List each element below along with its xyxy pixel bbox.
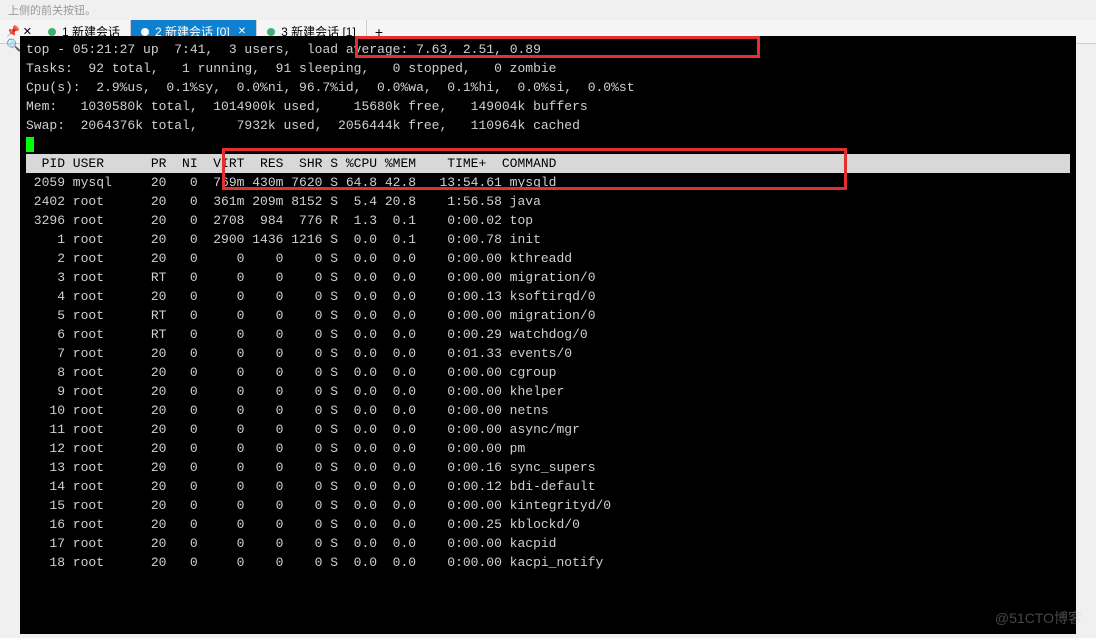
cursor	[26, 137, 34, 152]
mem-line: Mem: 1030580k total, 1014900k used, 1568…	[26, 99, 588, 114]
load-average: load average: 7.63, 2.51, 0.89	[307, 42, 541, 57]
terminal-output[interactable]: top - 05:21:27 up 7:41, 3 users, load av…	[20, 36, 1076, 634]
search-icon[interactable]: 🔍	[6, 38, 21, 53]
process-header: PID USER PR NI VIRT RES SHR S %CPU %MEM …	[26, 154, 1070, 173]
status-dot-icon	[48, 28, 56, 36]
top-line: top - 05:21:27 up 7:41, 3 users, load av…	[26, 42, 541, 57]
tasks-line: Tasks: 92 total, 1 running, 91 sleeping,…	[26, 61, 557, 76]
status-dot-icon	[267, 28, 275, 36]
status-dot-icon	[141, 28, 149, 36]
watermark: @51CTO博客	[995, 608, 1082, 628]
hint-text: 上侧的前关按钮。	[0, 0, 1096, 20]
cpu-line: Cpu(s): 2.9%us, 0.1%sy, 0.0%ni, 96.7%id,…	[26, 80, 635, 95]
process-list: 2059 mysql 20 0 769m 430m 7620 S 64.8 42…	[26, 175, 611, 570]
swap-line: Swap: 2064376k total, 7932k used, 205644…	[26, 118, 580, 133]
